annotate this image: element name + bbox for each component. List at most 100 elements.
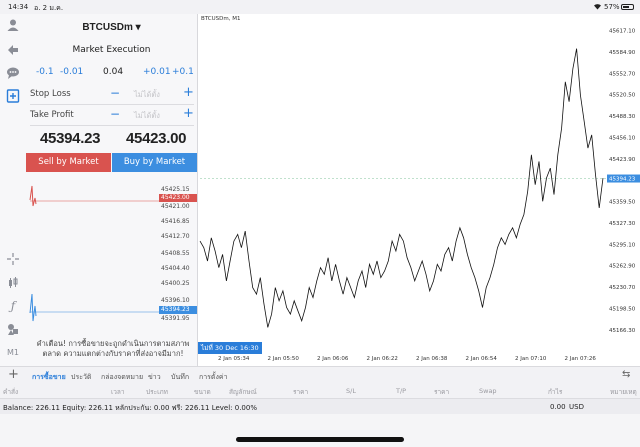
stop-loss-plus-button[interactable]: + (183, 85, 194, 100)
column-header[interactable]: เวลา (111, 387, 125, 397)
take-profit-minus-button[interactable]: − (110, 107, 120, 121)
y-tick-label: 45520.50 (609, 93, 636, 99)
divider (30, 104, 194, 105)
column-header[interactable]: คำสั่ง (3, 387, 18, 397)
tab-journal[interactable]: บันทึก (171, 372, 189, 383)
y-tick-label: 45423.90 (609, 157, 636, 163)
take-profit-label: Take Profit (30, 110, 74, 120)
take-profit-plus-button[interactable]: + (183, 106, 194, 121)
execution-warning: คำเตือน! การซื้อขายจะถูกดำเนินการตามสภาพ… (36, 339, 190, 358)
tick-price-label: 45394.23 (159, 306, 197, 314)
y-tick-label: 45327.30 (609, 221, 636, 227)
stop-loss-minus-button[interactable]: − (110, 86, 120, 100)
tab-mailbox[interactable]: กล่องจดหมาย (101, 372, 143, 383)
volume-plus-0.1-button[interactable]: +0.1 (172, 67, 194, 77)
objects-icon[interactable] (6, 322, 20, 336)
balance-bar: Balance: 226.11 Equity: 226.11 หลักประกั… (0, 398, 640, 414)
bottom-tabs: + การซื้อขาย ประวัติ กล่องจดหมาย ข่าว บั… (0, 366, 640, 384)
tab-history[interactable]: ประวัติ (71, 372, 91, 383)
x-tick-label: 2 Jan 06:06 (317, 356, 349, 362)
tab-news[interactable]: ข่าว (148, 372, 161, 383)
wifi-icon (593, 2, 602, 12)
bid-price: 45394.23 (40, 130, 101, 147)
stop-loss-field: Stop Loss − ไม่ได้ตั้ง + (26, 85, 197, 103)
profit-total: 0.00 (550, 403, 566, 411)
balance-summary: Balance: 226.11 Equity: 226.11 หลักประกั… (3, 404, 257, 412)
ask-price: 45423.00 (126, 130, 187, 147)
tab-trade[interactable]: การซื้อขาย (32, 372, 66, 383)
column-header[interactable]: ราคา (293, 387, 308, 397)
new-order-icon[interactable] (6, 89, 20, 103)
y-tick-label: 45166.30 (609, 328, 636, 334)
sort-icon[interactable]: ⇆ (622, 369, 630, 380)
tick-price-label: 45400.25 (161, 280, 190, 287)
volume-value[interactable]: 0.04 (103, 67, 123, 77)
buy-by-market-button[interactable]: Buy by Market (112, 153, 197, 172)
chart-type-icon[interactable] (6, 276, 20, 290)
timeframe-label[interactable]: M1 (4, 348, 22, 357)
tick-price-label: 45391.95 (161, 315, 190, 322)
take-profit-field: Take Profit − ไม่ได้ตั้ง + (26, 106, 197, 124)
column-header[interactable]: Swap (479, 387, 497, 395)
bottom-area (0, 414, 640, 447)
tick-price-label: 45412.70 (161, 233, 190, 240)
status-time: 14:34 (8, 3, 29, 11)
volume-stepper: -0.1 -0.01 0.04 +0.01 +0.1 (26, 67, 197, 81)
y-tick-label: 45394.23 (609, 177, 636, 183)
symbol-selector[interactable]: BTCUSDm ▾ (26, 22, 197, 33)
execution-type[interactable]: Market Execution (26, 45, 197, 55)
y-tick-label: 45230.70 (609, 285, 636, 291)
tick-price-label: 45396.10 (161, 297, 190, 304)
column-header[interactable]: ประเภท (146, 387, 168, 397)
chat-icon[interactable] (6, 66, 20, 80)
volume-minus-0.01-button[interactable]: -0.01 (60, 67, 83, 77)
column-header[interactable]: สัญลักษณ์ (229, 387, 257, 397)
crosshair-date-badge: ไม่ที่ 30 Dec 16:30 (198, 342, 262, 354)
tick-price-label: 45404.40 (161, 265, 190, 272)
column-header[interactable]: S/L (346, 387, 356, 395)
y-tick-label: 45584.90 (609, 50, 636, 56)
stop-loss-label: Stop Loss (30, 89, 71, 99)
y-tick-label: 45456.10 (609, 135, 636, 141)
price-line-series (199, 48, 604, 328)
x-tick-label: 2 Jan 06:54 (466, 356, 498, 362)
crosshair-icon[interactable] (6, 252, 20, 266)
column-header[interactable]: T/P (396, 387, 406, 395)
tick-price-label: 45423.00 (159, 194, 197, 202)
indicators-icon[interactable]: ƒ (6, 299, 20, 313)
orders-table-header: คำสั่ง เวลา ประเภท ขนาด สัญลักษณ์ ราคา S… (0, 384, 640, 398)
quotes-icon[interactable] (6, 42, 20, 56)
take-profit-input[interactable]: ไม่ได้ตั้ง (134, 110, 160, 122)
x-tick-label: 2 Jan 07:10 (515, 356, 547, 362)
x-tick-label: 2 Jan 05:34 (218, 356, 250, 362)
home-indicator[interactable] (236, 437, 404, 442)
status-bar: 14:34 อ. 2 ม.ค. 57% (0, 0, 640, 14)
user-icon[interactable] (6, 18, 20, 32)
chart-canvas[interactable]: 45617.10 45584.90 45552.70 45520.50 45488.30… (198, 14, 640, 366)
tick-price-label: 45408.55 (161, 250, 190, 257)
currency: USD (569, 403, 584, 411)
tick-price-label: 45425.15 (161, 186, 190, 193)
column-header[interactable]: หมายเหตุ (610, 387, 637, 397)
x-tick-label: 2 Jan 06:22 (367, 356, 398, 362)
price-chart[interactable]: BTCUSDm, M1 45617.10 45584.90 45552.70 4552… (197, 14, 640, 366)
sell-by-market-button[interactable]: Sell by Market (26, 153, 111, 172)
tick-price-label: 45421.00 (161, 203, 190, 210)
volume-minus-0.1-button[interactable]: -0.1 (36, 67, 54, 77)
tick-price-label: 45416.85 (161, 218, 190, 225)
y-tick-label: 45359.50 (609, 200, 636, 206)
stop-loss-input[interactable]: ไม่ได้ตั้ง (134, 89, 160, 101)
x-tick-label: 2 Jan 07:26 (565, 356, 597, 362)
add-tab-button[interactable]: + (8, 367, 19, 382)
column-header[interactable]: ราคา (434, 387, 449, 397)
divider (30, 125, 194, 126)
order-panel: BTCUSDm ▾ Market Execution -0.1 -0.01 0.… (26, 14, 197, 366)
tab-settings[interactable]: การตั้งค่า (199, 372, 228, 383)
y-tick-label: 45552.70 (609, 71, 636, 77)
x-tick-label: 2 Jan 05:50 (268, 356, 300, 362)
column-header[interactable]: ขนาด (194, 387, 211, 397)
y-tick-label: 45617.10 (609, 29, 636, 35)
column-header[interactable]: กำไร (548, 387, 562, 397)
volume-plus-0.01-button[interactable]: +0.01 (143, 67, 171, 77)
left-toolbar: ƒ M1 (0, 14, 26, 366)
